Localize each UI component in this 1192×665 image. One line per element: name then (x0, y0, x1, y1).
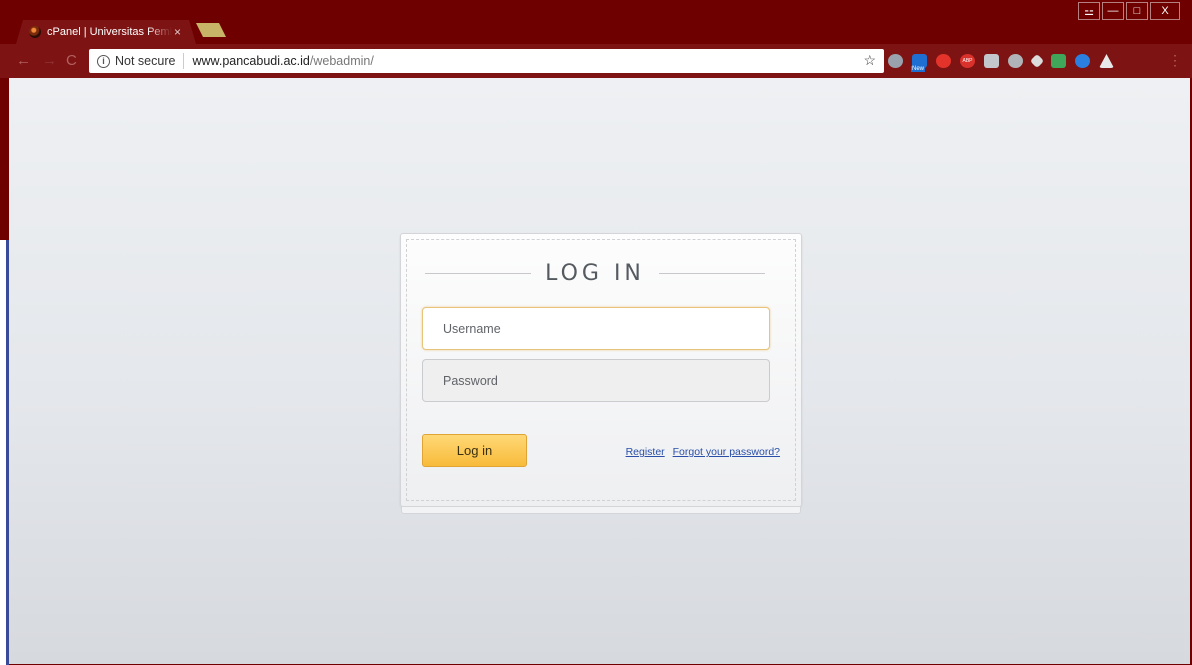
address-bar[interactable]: i Not secure www.pancabudi.ac.id/webadmi… (89, 49, 884, 73)
bookmark-star-icon[interactable]: ☆ (863, 52, 876, 69)
browser-toolbar: ← → C i Not secure www.pancabudi.ac.id/w… (0, 44, 1192, 78)
forward-icon[interactable]: → (42, 52, 57, 69)
login-button[interactable]: Log in (422, 434, 527, 467)
background-window-edge (0, 240, 9, 665)
url-host[interactable]: www.pancabudi.ac.id (192, 54, 309, 68)
download-icon[interactable] (1075, 54, 1090, 68)
url-path[interactable]: /webadmin/ (310, 54, 374, 68)
close-window-button[interactable]: X (1150, 2, 1180, 20)
new-tab-button[interactable] (196, 23, 226, 37)
extension-icons: ABP (888, 53, 1114, 72)
tab-close-icon[interactable]: × (174, 25, 181, 39)
heading-rule-left (425, 272, 532, 274)
cpanel-favicon-icon (29, 26, 41, 38)
maximize-button[interactable]: □ (1126, 2, 1148, 20)
security-label[interactable]: Not secure (115, 54, 175, 68)
url-divider (183, 53, 185, 69)
info-icon[interactable]: i (97, 54, 110, 68)
browser-menu-icon[interactable]: ⋮ (1168, 52, 1182, 69)
login-links: Register Forgot your password? (621, 446, 780, 458)
minimize-button[interactable]: — (1102, 2, 1124, 20)
username-input[interactable] (422, 307, 770, 350)
back-icon[interactable]: ← (16, 52, 31, 69)
register-link[interactable]: Register (626, 446, 665, 458)
green-save-icon[interactable] (1051, 54, 1066, 68)
active-tab[interactable]: cPanel | Universitas Pembangunan × (16, 20, 196, 44)
window-controls: ⚍ — □ X (1078, 2, 1180, 20)
forgot-password-link[interactable]: Forgot your password? (673, 446, 780, 458)
page-viewport: LOG IN Log in Register Forgot your passw… (9, 78, 1190, 664)
opera-icon[interactable] (936, 54, 951, 68)
cloud-icon[interactable] (888, 54, 903, 68)
login-heading: LOG IN (545, 260, 645, 286)
login-heading-row: LOG IN (425, 260, 765, 286)
screen-icon[interactable] (984, 54, 999, 68)
password-input[interactable] (422, 359, 770, 402)
login-card: LOG IN Log in Register Forgot your passw… (400, 233, 802, 514)
new-badge-icon[interactable] (911, 54, 927, 72)
pen-icon[interactable] (1029, 53, 1045, 69)
acrobat-icon[interactable] (1099, 54, 1114, 68)
profile-icon[interactable]: ⚍ (1078, 2, 1100, 20)
reload-icon[interactable]: C (66, 52, 77, 69)
tab-title: cPanel | Universitas Pembangunan (47, 26, 172, 38)
title-bar: cPanel | Universitas Pembangunan × ⚍ — □… (0, 0, 1192, 44)
adblock-icon[interactable]: ABP (960, 54, 975, 68)
gear-icon[interactable] (1008, 54, 1023, 68)
heading-rule-right (658, 272, 765, 274)
